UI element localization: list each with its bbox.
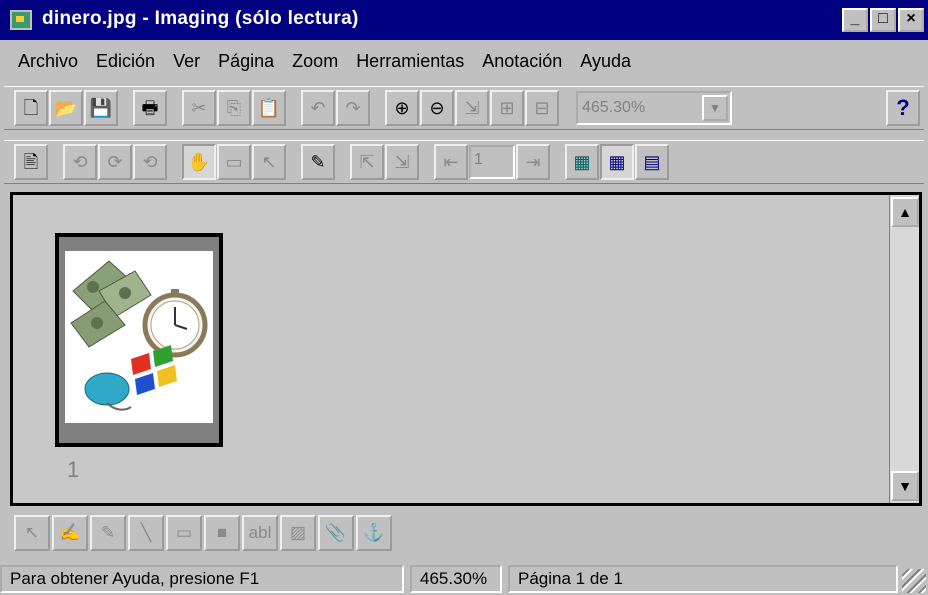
redo-icon[interactable]: ↷ xyxy=(336,90,370,126)
freehand-line-icon[interactable]: ✍ xyxy=(52,515,88,551)
close-button[interactable]: × xyxy=(898,8,924,32)
annotation-toolbar-icon[interactable]: ✎ xyxy=(301,144,335,180)
pocket-watch-icon xyxy=(142,289,208,358)
save-icon[interactable]: 💾 xyxy=(84,90,118,126)
new-document-icon[interactable]: 🗋 xyxy=(14,90,48,126)
first-page-icon[interactable]: ⇤ xyxy=(434,144,468,180)
status-help-text: Para obtener Ayuda, presione F1 xyxy=(0,564,404,593)
hand-drag-icon[interactable]: ✋ xyxy=(182,144,216,180)
stamp-icon[interactable]: 📎 xyxy=(318,515,354,551)
window-title: dinero.jpg - Imaging (sólo lectura) xyxy=(42,8,359,29)
paste-icon[interactable]: 📋 xyxy=(252,90,286,126)
menu-pagina[interactable]: Página xyxy=(216,49,276,74)
one-page-view-icon[interactable]: ▦ xyxy=(565,144,599,180)
menu-bar: Archivo Edición Ver Página Zoom Herramie… xyxy=(0,44,928,78)
minimize-button[interactable]: _ xyxy=(842,8,868,32)
anchor-icon[interactable]: ⚓ xyxy=(356,515,392,551)
undo-icon[interactable]: ↶ xyxy=(301,90,335,126)
previous-page-icon[interactable]: ⇱ xyxy=(350,144,384,180)
last-page-icon[interactable]: ⇥ xyxy=(516,144,550,180)
fit-width-icon[interactable]: ⊟ xyxy=(525,90,559,126)
highlighter-icon[interactable]: ✎ xyxy=(90,515,126,551)
text-annotation-icon[interactable]: abl xyxy=(242,515,278,551)
title-bar: dinero.jpg - Imaging (sólo lectura) _ □ … xyxy=(0,0,928,40)
status-page: Página 1 de 1 xyxy=(508,564,898,593)
filled-rectangle-icon[interactable]: ■ xyxy=(204,515,240,551)
mouse-icon xyxy=(84,372,132,411)
vertical-scrollbar[interactable]: ▲ ▼ xyxy=(889,195,919,503)
window-controls: _ □ × xyxy=(842,8,924,32)
menu-archivo[interactable]: Archivo xyxy=(16,49,80,74)
zoom-value: 465.30% xyxy=(582,99,646,116)
note-attachment-icon[interactable]: ▨ xyxy=(280,515,316,551)
zoom-in-icon[interactable]: ⊕ xyxy=(385,90,419,126)
windows-logo-icon xyxy=(131,345,177,395)
print-icon[interactable]: 🖶 xyxy=(133,90,167,126)
straight-line-icon[interactable]: ╲ xyxy=(128,515,164,551)
page-and-thumbnail-view-icon[interactable]: ▤ xyxy=(635,144,669,180)
thumbnail-workspace[interactable]: 1 ▲ ▼ xyxy=(10,192,922,506)
thumbnail-view-icon[interactable]: ▦ xyxy=(600,144,634,180)
page-number-input[interactable]: 1 xyxy=(469,145,515,179)
scan-icon[interactable]: 🖹 xyxy=(14,144,48,180)
rotate-left-icon[interactable]: ⟲ xyxy=(63,144,97,180)
standard-toolbar: 🗋 📂 💾 🖶 ✂ ⎘ 📋 ↶ ↷ ⊕ ⊖ ⇲ ⊞ ⊟ 465.30% ▼ ? xyxy=(4,86,924,130)
menu-zoom[interactable]: Zoom xyxy=(290,49,340,74)
annotation-select-icon[interactable]: ↖ xyxy=(14,515,50,551)
best-fit-icon[interactable]: ⊞ xyxy=(490,90,524,126)
imaging-app-icon[interactable] xyxy=(10,10,32,30)
zoom-out-icon[interactable]: ⊖ xyxy=(420,90,454,126)
hollow-rectangle-icon[interactable]: ▭ xyxy=(166,515,202,551)
thumbnail-page-number: 1 xyxy=(67,457,80,482)
scroll-down-icon[interactable]: ▼ xyxy=(891,471,919,501)
cut-icon[interactable]: ✂ xyxy=(182,90,216,126)
menu-ver[interactable]: Ver xyxy=(171,49,202,74)
thumbnail-image xyxy=(65,251,213,423)
select-rectangle-icon[interactable]: ▭ xyxy=(217,144,251,180)
chevron-down-icon[interactable]: ▼ xyxy=(702,95,728,121)
menu-edicion[interactable]: Edición xyxy=(94,49,157,74)
next-page-icon[interactable]: ⇲ xyxy=(385,144,419,180)
scroll-up-icon[interactable]: ▲ xyxy=(891,197,919,227)
zoom-select[interactable]: 465.30% ▼ xyxy=(576,91,732,125)
maximize-button[interactable]: □ xyxy=(870,8,896,32)
rotate-right-icon[interactable]: ⟳ xyxy=(98,144,132,180)
resize-grip[interactable] xyxy=(902,569,926,593)
annotation-toolbar: ↖ ✍ ✎ ╲ ▭ ■ abl ▨ 📎 ⚓ xyxy=(14,514,394,552)
money-bills-icon xyxy=(70,260,152,348)
menu-ayuda[interactable]: Ayuda xyxy=(578,49,633,74)
menu-anotacion[interactable]: Anotación xyxy=(480,49,564,74)
menu-herramientas[interactable]: Herramientas xyxy=(354,49,466,74)
help-button[interactable]: ? xyxy=(886,90,920,126)
pointer-icon[interactable]: ↖ xyxy=(252,144,286,180)
flip-icon[interactable]: ⟲ xyxy=(133,144,167,180)
copy-icon[interactable]: ⎘ xyxy=(217,90,251,126)
status-zoom: 465.30% xyxy=(410,564,502,593)
status-bar: Para obtener Ayuda, presione F1 465.30% … xyxy=(0,562,928,595)
page-thumbnail[interactable] xyxy=(55,233,223,447)
imaging-toolbar: 🖹 ⟲ ⟳ ⟲ ✋ ▭ ↖ ✎ ⇱ ⇲ ⇤ 1 ⇥ ▦ ▦ ▤ xyxy=(4,140,924,184)
open-folder-icon[interactable]: 📂 xyxy=(49,90,83,126)
fit-page-icon[interactable]: ⇲ xyxy=(455,90,489,126)
